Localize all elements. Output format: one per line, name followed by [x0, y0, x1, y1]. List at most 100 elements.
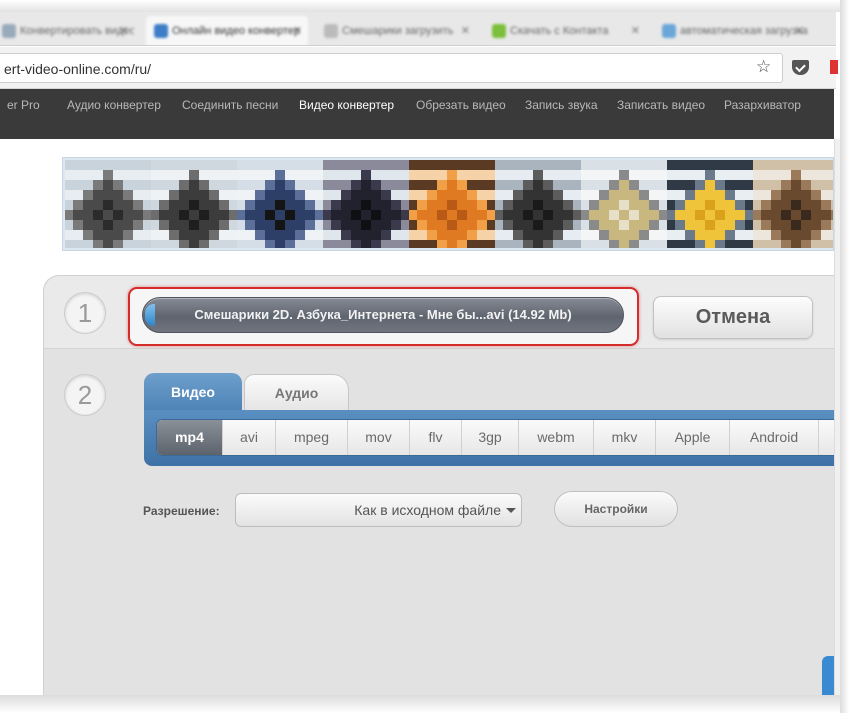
thumbnail-pixel [437, 210, 447, 220]
cancel-button[interactable]: Отмена [653, 296, 813, 339]
tab-video[interactable]: Видео [144, 373, 242, 411]
extension-icon[interactable] [830, 60, 838, 74]
browser-tab[interactable]: Смешарики загрузить ✕ [316, 16, 476, 45]
thumbnail-pixel [123, 170, 133, 180]
thumbnail-pixel [179, 220, 189, 230]
nav-item-video-converter[interactable]: Видео конвертер [299, 98, 394, 112]
thumbnail-pixel [73, 190, 83, 200]
tab-close-icon[interactable]: ✕ [293, 16, 302, 45]
thumbnail-pixel [93, 180, 103, 190]
thumbnail-pixel [237, 170, 245, 180]
thumbnail-pixel [487, 210, 495, 220]
thumbnail-pixel [275, 170, 285, 180]
thumbnail-pixel [93, 190, 103, 200]
thumbnail-pixel [209, 240, 219, 248]
thumbnail-pixel [169, 240, 179, 248]
thumbnail-pixel [391, 170, 401, 180]
thumbnail-pixel [123, 160, 133, 170]
thumbnail-pixel [417, 190, 427, 200]
format-flv[interactable]: flv [410, 420, 462, 455]
thumbnail-pixel [265, 160, 275, 170]
format-mkv[interactable]: mkv [594, 420, 656, 455]
thumbnail-pixel [705, 210, 715, 220]
thumbnail-pixel [745, 160, 753, 170]
thumbnail-pixel [513, 240, 523, 248]
thumbnail-pixel [255, 160, 265, 170]
thumbnail-pixel [409, 240, 417, 248]
resolution-value: Как в исходном файле [354, 502, 501, 518]
thumbnail-pixel [573, 190, 581, 200]
tab-close-icon[interactable]: ✕ [795, 16, 804, 45]
format-webm[interactable]: webm [519, 420, 594, 455]
url-field[interactable]: ert-video-online.com/ru/ ☆ [0, 53, 783, 83]
thumbnail-pixel [791, 210, 801, 220]
video-thumbnail [495, 160, 581, 248]
thumbnail-pixel [305, 240, 315, 248]
pocket-icon[interactable] [792, 60, 809, 75]
video-thumbnail [323, 160, 409, 248]
thumbnail-pixel [599, 230, 609, 240]
thumbnail-pixel [705, 160, 715, 170]
tab-close-icon[interactable]: ✕ [461, 16, 470, 45]
nav-item-video-recorder[interactable]: Записать видео [617, 98, 705, 112]
nav-item-join-songs[interactable]: Соединить песни [182, 98, 278, 112]
thumbnail-pixel [151, 210, 159, 220]
thumbnail-pixel [735, 220, 745, 230]
thumbnail-pixel [409, 200, 417, 210]
thumbnail-pixel [629, 180, 639, 190]
bookmark-star-icon[interactable]: ☆ [756, 57, 771, 77]
thumbnail-pixel [245, 180, 255, 190]
thumbnail-pixel [189, 230, 199, 240]
tab-close-icon[interactable]: ✕ [119, 16, 128, 45]
thumbnail-pixel [599, 170, 609, 180]
thumbnail-pixel [391, 180, 401, 190]
thumbnail-pixel [189, 240, 199, 248]
format-mov[interactable]: mov [348, 420, 410, 455]
nav-item-converter-pro[interactable]: er Pro [7, 98, 40, 112]
nav-item-unarchiver[interactable]: Разархиватор [724, 98, 801, 112]
thumbnail-pixel [113, 220, 123, 230]
settings-button[interactable]: Настройки [554, 491, 678, 527]
thumbnail-pixel [477, 190, 487, 200]
thumbnail-pixel [93, 220, 103, 230]
thumbnail-pixel [323, 160, 331, 170]
format-android[interactable]: Android [730, 420, 819, 455]
thumbnail-pixel [467, 180, 477, 190]
format-avi[interactable]: avi [223, 420, 276, 455]
feedback-tab[interactable] [822, 656, 834, 696]
thumbnail-pixel [341, 230, 351, 240]
thumbnail-pixel [477, 220, 487, 230]
thumbnail-pixel [745, 230, 753, 240]
tab-close-icon[interactable]: ✕ [631, 16, 640, 45]
resolution-select[interactable]: Как в исходном файле [235, 493, 522, 527]
browser-tab[interactable]: автоматическая загрузка ✕ [654, 16, 810, 45]
nav-item-audio-converter[interactable]: Аудио конвертер [67, 98, 161, 112]
browser-tab[interactable]: Конвертировать видео ✕ [0, 16, 134, 45]
thumbnail-pixel [169, 190, 179, 200]
format-mp4[interactable]: mp4 [157, 420, 223, 455]
thumbnail-pixel [133, 240, 143, 248]
thumbnail-pixel [467, 240, 477, 248]
thumbnail-pixel [255, 220, 265, 230]
thumbnail-pixel [619, 190, 629, 200]
thumbnail-pixel [495, 200, 503, 210]
thumbnail-pixel [639, 240, 649, 248]
tab-audio[interactable]: Аудио [244, 374, 349, 411]
format-3gp[interactable]: 3gp [462, 420, 519, 455]
nav-item-cut-video[interactable]: Обрезать видео [416, 98, 506, 112]
thumbnail-pixel [735, 230, 745, 240]
thumbnail-pixel [599, 160, 609, 170]
thumbnail-pixel [715, 160, 725, 170]
thumbnail-pixel [245, 200, 255, 210]
thumbnail-pixel [581, 180, 589, 190]
thumbnail-pixel [427, 230, 437, 240]
thumbnail-pixel [371, 190, 381, 200]
nav-item-sound-recorder[interactable]: Запись звука [525, 98, 598, 112]
thumbnail-pixel [675, 160, 685, 170]
format-mpeg[interactable]: mpeg [276, 420, 348, 455]
browser-tab-active[interactable]: Онлайн видео конвертер ✕ [146, 16, 308, 45]
format-apple[interactable]: Apple [656, 420, 730, 455]
thumbnail-pixel [381, 240, 391, 248]
thumbnail-pixel [811, 220, 821, 230]
browser-tab[interactable]: Скачать с Контакта ✕ [484, 16, 646, 45]
